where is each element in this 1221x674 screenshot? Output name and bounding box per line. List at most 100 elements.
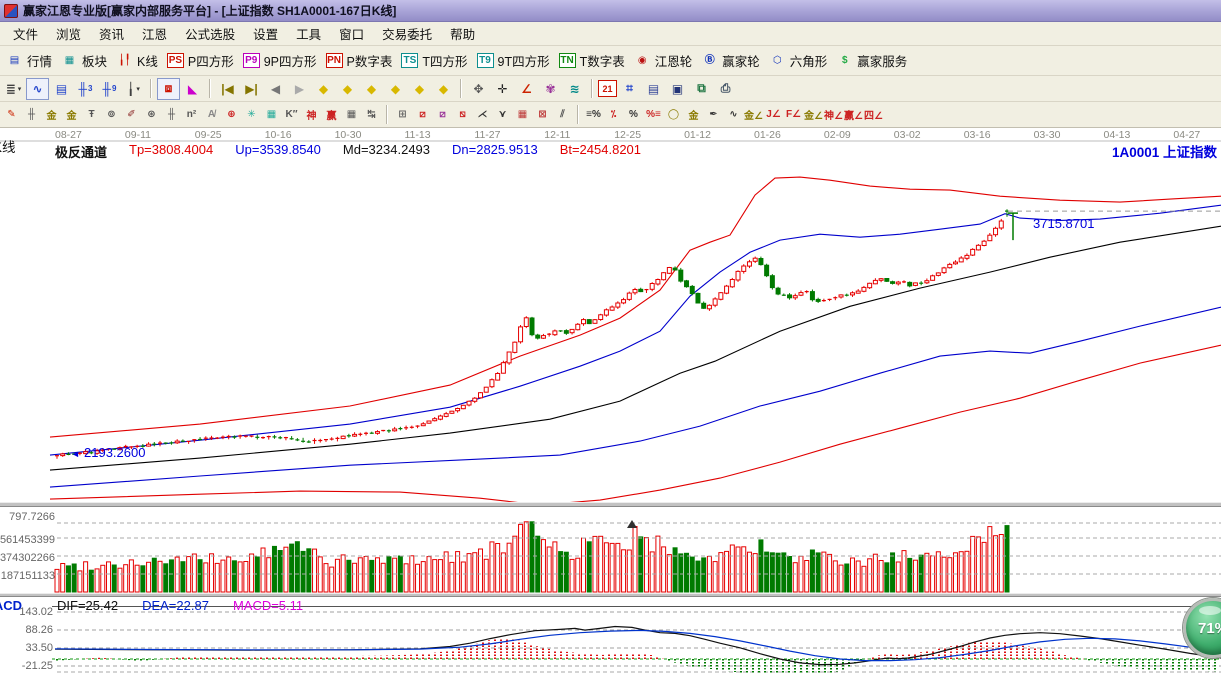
pan-hand-icon[interactable]: ✥	[467, 78, 490, 100]
ruler-icon[interactable]: ╫	[22, 105, 41, 124]
bars-9-icon[interactable]: ╫9	[98, 78, 121, 100]
ying-angle-icon[interactable]: 赢∠	[844, 105, 863, 124]
toolbar-p-table-button[interactable]: PNP数字表	[326, 51, 393, 70]
pane-splitter-2[interactable]	[0, 593, 1221, 597]
crosshair-icon[interactable]: ✛	[491, 78, 514, 100]
menu-item-6[interactable]: 工具	[287, 22, 330, 45]
gold-ruler-2-icon[interactable]: 金	[62, 105, 81, 124]
menu-item-1[interactable]: 浏览	[47, 22, 90, 45]
grid-123-icon[interactable]: ▦	[342, 105, 361, 124]
k-mark-icon[interactable]: K″	[282, 105, 301, 124]
si-angle-icon[interactable]: 四∠	[864, 105, 883, 124]
save-icon[interactable]: ▣	[666, 78, 689, 100]
bars-3-icon[interactable]: ╫3	[74, 78, 97, 100]
shen-tool-icon[interactable]: 神	[302, 105, 321, 124]
toolbar-t-table-button[interactable]: TNT数字表	[559, 51, 625, 70]
menu-item-0[interactable]: 文件	[4, 22, 47, 45]
t-table-icon: TN	[559, 53, 576, 68]
shen-angle-icon[interactable]: 神∠	[824, 105, 843, 124]
f-angle-icon[interactable]: F∠	[784, 105, 803, 124]
jump-first-icon[interactable]: |◀	[216, 78, 239, 100]
gann-shape-icon[interactable]: ✾	[539, 78, 562, 100]
rays-icon[interactable]: ⋌	[473, 105, 492, 124]
toolbar-p-square-button[interactable]: PSP四方形	[167, 51, 234, 70]
toolbar-9p-square-button[interactable]: P99P四方形	[243, 51, 317, 70]
gann-diamond-6-icon[interactable]: ◆	[432, 78, 455, 100]
angle-mirror-icon[interactable]: A̸	[202, 105, 221, 124]
gann-diamond-5-icon[interactable]: ◆	[408, 78, 431, 100]
percent-icon[interactable]: %	[624, 105, 643, 124]
gann-diamond-1-icon[interactable]: ◆	[312, 78, 335, 100]
fan-box-icon[interactable]: ⧅	[453, 105, 472, 124]
share-icon[interactable]: ⧉	[690, 78, 713, 100]
f-ruler-icon[interactable]: Ŧ	[82, 105, 101, 124]
menu-item-4[interactable]: 公式选股	[176, 22, 244, 45]
n-square-icon[interactable]: n²	[182, 105, 201, 124]
step-back-icon[interactable]: ◀	[264, 78, 287, 100]
wave-lines-icon[interactable]: ≋	[563, 78, 586, 100]
gold-circle-icon[interactable]: ◯	[664, 105, 683, 124]
fan-red-icon[interactable]: ⧄	[413, 105, 432, 124]
kline-style-dropdown-icon[interactable]: ≣▾	[2, 78, 25, 100]
report-view-icon[interactable]: ▤	[50, 78, 73, 100]
gann-diamond-3-icon[interactable]: ◆	[360, 78, 383, 100]
gold-angle-icon[interactable]: 金∠	[744, 105, 763, 124]
grid-red-icon[interactable]: ▦	[513, 105, 532, 124]
time-cycle-icon[interactable]: ⊛	[142, 105, 161, 124]
menu-item-7[interactable]: 窗口	[330, 22, 373, 45]
toolbar-gann-wheel-button[interactable]: ◉江恩轮	[634, 51, 693, 70]
channel-value-3: Dn=2825.9513	[452, 142, 538, 161]
toolbar-9t-square-button[interactable]: T99T四方形	[477, 51, 550, 70]
calendar-icon[interactable]: 21	[598, 80, 617, 97]
span-arrows-icon[interactable]: ↹	[362, 105, 381, 124]
print-icon[interactable]: ⎙	[714, 78, 737, 100]
toolbar-sectors-button[interactable]: ▦板块	[61, 51, 107, 70]
kline-tab[interactable]: K线	[0, 136, 16, 156]
pane-splitter-1[interactable]	[0, 502, 1221, 507]
ying-tool-icon[interactable]: 赢	[322, 105, 341, 124]
grid-teal-icon[interactable]: ▦	[262, 105, 281, 124]
square-tool-icon[interactable]: ⊞	[393, 105, 412, 124]
percent-red-icon[interactable]: ⁒	[604, 105, 623, 124]
brush-icon[interactable]: ✎	[2, 105, 21, 124]
gann-diamond-2-icon[interactable]: ◆	[336, 78, 359, 100]
toolbar-winner-wheel-button[interactable]: Ⓑ赢家轮	[701, 51, 760, 70]
fan-purple-icon[interactable]: ⧄	[433, 105, 452, 124]
ruler-2-icon[interactable]: ╫	[162, 105, 181, 124]
spiral-icon[interactable]: ⊚	[102, 105, 121, 124]
marker-pen-icon[interactable]: ✐	[122, 105, 141, 124]
circle-cross-icon[interactable]: ⊕	[222, 105, 241, 124]
toolbar-kline-button[interactable]: ╽╿K线	[116, 51, 158, 70]
volume-profile-tool-icon[interactable]: ◣	[181, 78, 204, 100]
menu-item-8[interactable]: 交易委托	[373, 22, 441, 45]
gold-angle-2-icon[interactable]: 金∠	[804, 105, 823, 124]
menu-item-5[interactable]: 设置	[244, 22, 287, 45]
toolbar-hexagon-button[interactable]: ⬡六角形	[769, 51, 828, 70]
percent-list-icon[interactable]: ≡%	[584, 105, 603, 124]
v-marker-icon[interactable]: ⋎	[493, 105, 512, 124]
wave-tool-icon[interactable]: ∿	[26, 78, 49, 100]
toolbar-winner-service-button[interactable]: $赢家服务	[836, 51, 907, 70]
step-forward-icon[interactable]: ▶	[288, 78, 311, 100]
grid-select-icon[interactable]: ⊠	[533, 105, 552, 124]
toolbar-t-square-button[interactable]: TST四方形	[401, 51, 467, 70]
angle-measure-icon[interactable]: ∠	[515, 78, 538, 100]
menu-item-9[interactable]: 帮助	[441, 22, 484, 45]
gold-lines-icon[interactable]: 金	[684, 105, 703, 124]
menu-item-3[interactable]: 江恩	[133, 22, 176, 45]
j-angle-icon[interactable]: J∠	[764, 105, 783, 124]
pattern-tool-icon[interactable]: ⧈	[157, 78, 180, 100]
notes-icon[interactable]: ▤	[642, 78, 665, 100]
waves-icon[interactable]: ∿	[724, 105, 743, 124]
star-grid-icon[interactable]: ✳	[242, 105, 261, 124]
candle-style-dropdown-icon[interactable]: ╽▾	[122, 78, 145, 100]
calculator-icon[interactable]: ⌗	[618, 78, 641, 100]
parallel-lines-icon[interactable]: ⫽	[553, 105, 572, 124]
jump-last-icon[interactable]: ▶|	[240, 78, 263, 100]
percent-lines-icon[interactable]: %≡	[644, 105, 663, 124]
menu-item-2[interactable]: 资讯	[90, 22, 133, 45]
gold-ruler-1-icon[interactable]: 金	[42, 105, 61, 124]
pen-icon[interactable]: ✒	[704, 105, 723, 124]
gann-diamond-4-icon[interactable]: ◆	[384, 78, 407, 100]
toolbar-quotes-button[interactable]: ▤行情	[6, 51, 52, 70]
